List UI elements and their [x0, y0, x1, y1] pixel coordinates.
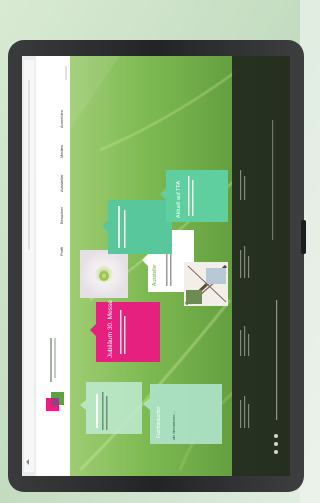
flower-image	[80, 250, 128, 298]
news-card[interactable]: Aktuell auf TFA	[160, 170, 228, 222]
photo-scene: Profil Besucher Aussteller Medien Anmeld…	[0, 0, 320, 503]
exhibitor-card-title: Aussteller	[152, 264, 158, 286]
nav-item[interactable]: Medien	[59, 145, 64, 158]
visitor-card-link[interactable]: alle Informationen →	[172, 411, 176, 440]
visitor-card-title: Fachbesucher	[156, 406, 162, 438]
greenhouse-image	[184, 262, 228, 306]
nav-item[interactable]: Besucher	[59, 206, 64, 224]
anniversary-card[interactable]: Jubiläum 30. Messe	[90, 300, 160, 362]
nav-item[interactable]: Aussteller	[59, 174, 64, 192]
anniversary-card-title: Jubiläum 30. Messe	[107, 300, 114, 358]
info-card-teal	[102, 200, 172, 254]
nav-item[interactable]: Profil	[59, 247, 64, 256]
news-card-title: Aktuell auf TFA	[176, 180, 182, 218]
intro-card	[80, 382, 142, 434]
visitor-info-card[interactable]: Fachbesucher alle Informationen →	[143, 384, 222, 444]
